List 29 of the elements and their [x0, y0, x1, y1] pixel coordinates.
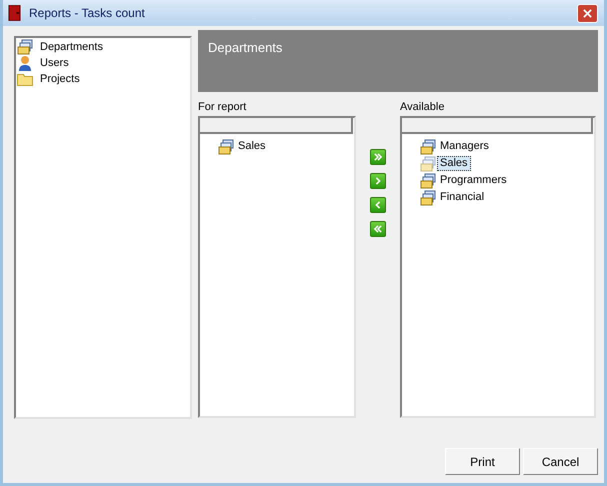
tree-item[interactable]: Departments [37, 40, 106, 54]
stack-icon [420, 172, 436, 188]
add-all-button[interactable] [370, 149, 386, 165]
remove-button[interactable] [370, 197, 386, 213]
user-icon [17, 55, 33, 71]
list-label: For report [198, 101, 248, 115]
add-button[interactable] [370, 173, 386, 189]
tree-item[interactable]: Projects [37, 72, 83, 86]
list-item[interactable]: Managers [437, 139, 492, 154]
stack-icon [218, 138, 234, 154]
list-item[interactable]: Sales [235, 139, 269, 154]
list-item[interactable]: Financial [437, 190, 488, 205]
window-title: Reports - Tasks count [29, 6, 146, 20]
book-icon [8, 4, 21, 22]
list-item[interactable]: Sales [437, 156, 471, 171]
section-title: Departments [208, 40, 282, 55]
close-button[interactable] [577, 4, 598, 22]
stack-icon [420, 138, 436, 154]
remove-all-button[interactable] [370, 221, 386, 237]
stack-icon [420, 190, 436, 206]
list-item[interactable]: Programmers [437, 173, 510, 188]
folder-icon [17, 71, 33, 87]
list-label: Available [400, 101, 446, 115]
dialog-button[interactable]: Print [445, 448, 520, 475]
stack-icon [17, 39, 33, 55]
stack-icon [420, 156, 436, 172]
dialog-button[interactable]: Cancel [523, 448, 598, 475]
close-icon [583, 8, 592, 18]
tree-item[interactable]: Users [37, 56, 72, 70]
